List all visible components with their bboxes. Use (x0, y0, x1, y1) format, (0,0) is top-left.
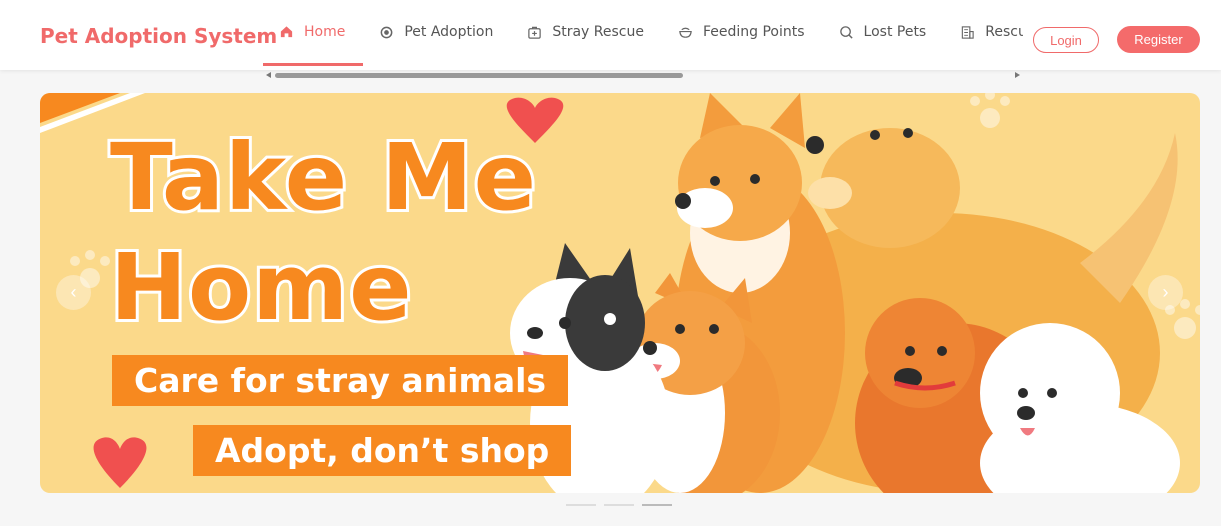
first-aid-kit-icon (528, 26, 542, 39)
carousel-indicator[interactable] (604, 504, 634, 506)
carousel-indicator[interactable] (566, 504, 596, 506)
banner-tagline-care: Care for stray animals (112, 355, 569, 406)
carousel-prev-button[interactable]: ‹ (56, 275, 91, 310)
nav-item-label: Stray Rescue (552, 24, 644, 40)
hero-banner[interactable]: Take Me Home Care for stray animals Adop… (40, 93, 1200, 493)
nav-item-label: Feeding Points (702, 24, 805, 40)
food-bowl-icon (679, 27, 692, 38)
building-icon (962, 25, 974, 39)
nav-item-feeding-points[interactable]: Feeding Points (662, 0, 823, 64)
banner-tagline-adopt: Adopt, don’t shop (193, 425, 572, 476)
carousel-next-button[interactable]: › (1148, 275, 1183, 310)
scroll-right-arrow-icon[interactable] (1015, 72, 1020, 78)
register-button[interactable]: Register (1117, 26, 1200, 53)
top-header: Pet Adoption System Home Pet Adoption St… (0, 0, 1221, 70)
nav-item-label: Rescue Stations (985, 24, 1023, 40)
nav-item-label: Pet Adoption (404, 24, 494, 40)
nav-item-home[interactable]: Home (263, 0, 364, 66)
search-icon (839, 25, 853, 39)
carousel-indicator[interactable] (642, 504, 672, 506)
login-button[interactable]: Login (1033, 27, 1099, 53)
main-nav: Home Pet Adoption Stray Rescue Feeding P… (263, 0, 1023, 70)
nav-item-rescue-stations[interactable]: Rescue Stations (944, 0, 1023, 64)
carousel-indicators (566, 504, 672, 506)
brand-title[interactable]: Pet Adoption System (40, 24, 277, 48)
scrollbar-thumb[interactable] (275, 73, 683, 78)
nav-item-stray-rescue[interactable]: Stray Rescue (511, 0, 662, 64)
paw-icon (380, 26, 393, 38)
nav-item-lost-pets[interactable]: Lost Pets (823, 0, 945, 64)
nav-item-label: Home (304, 23, 346, 40)
home-icon (280, 26, 293, 38)
nav-item-pet-adoption[interactable]: Pet Adoption (363, 0, 511, 64)
scroll-left-arrow-icon[interactable] (266, 72, 271, 78)
banner-headline: Take Me Home (107, 121, 539, 344)
nav-item-label: Lost Pets (863, 24, 927, 40)
nav-scrollbar[interactable] (263, 70, 1023, 82)
